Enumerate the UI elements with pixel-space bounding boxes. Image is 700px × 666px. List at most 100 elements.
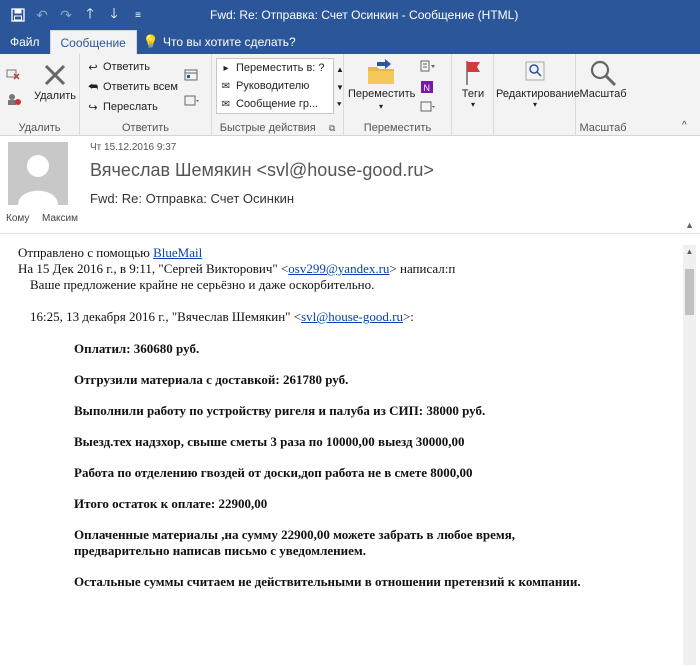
- delete-x-icon: [44, 64, 66, 86]
- ribbon-tabs: Файл Сообщение 💡 Что вы хотите сделать?: [0, 30, 700, 54]
- team-email-icon: ✉: [221, 98, 231, 110]
- paragraph-shipped: Отгрузили материала с доставкой: 261780 …: [74, 372, 349, 387]
- zoom-group-label: Масштаб: [579, 122, 627, 134]
- bluemail-link[interactable]: BlueMail: [153, 245, 202, 260]
- find-icon: [525, 61, 545, 81]
- rules-icon[interactable]: [420, 58, 436, 76]
- lightbulb-icon: 💡: [142, 34, 160, 49]
- paragraph-materials-2: предварительно написав письмо с уведомле…: [74, 543, 366, 558]
- quick-step-team-email[interactable]: ✉ Сообщение гр...: [217, 95, 333, 113]
- folder-arrow-icon: ▸: [223, 62, 229, 74]
- paragraph-supervision: Выезд.тех надзхор, свыше сметы 3 раза по…: [74, 434, 465, 449]
- customize-toolbar-icon[interactable]: ≡: [126, 0, 150, 30]
- paragraph-total: Итого остаток к оплате: 22900,00: [74, 496, 268, 511]
- paragraph-work: Выполнили работу по устройству ригеля и …: [74, 403, 486, 418]
- header-scroll-up-icon[interactable]: ▲: [685, 220, 694, 230]
- previous-item-icon[interactable]: 🡑: [78, 0, 102, 30]
- tab-file[interactable]: Файл: [0, 30, 50, 54]
- reply-group-label: Ответить: [121, 122, 170, 134]
- move-button-label: Переместить: [348, 88, 416, 100]
- move-group-label: Переместить: [363, 122, 432, 134]
- paragraph-paid: Оплатил: 360680 руб.: [74, 341, 200, 356]
- zoom-button[interactable]: Масштаб: [576, 58, 630, 100]
- message-date: Чт 15.12.2016 9:37: [90, 142, 177, 153]
- quick-steps-gallery: ▸ Переместить в: ? ✉ Руководителю ✉ Сооб…: [216, 58, 334, 114]
- title-bar: ↶ ↷ 🡑 🡓 ≡ Fwd: Re: Отправка: Счет Осинки…: [0, 0, 700, 30]
- save-icon[interactable]: [6, 0, 30, 30]
- message-content: Отправлено с помощью BlueMail На 15 Дек …: [18, 245, 668, 590]
- paragraph-materials: Оплаченные материалы ,на сумму 22900,00 …: [74, 527, 516, 542]
- sent-with-line: Отправлено с помощью BlueMail: [18, 245, 203, 260]
- redo-icon[interactable]: ↷: [54, 0, 78, 30]
- delete-group-label: Удалить: [18, 122, 61, 134]
- quick-step-manager[interactable]: ✉ Руководителю: [217, 77, 333, 95]
- quote-header-2: 16:25, 13 декабря 2016 г., "Вячеслав Шем…: [30, 309, 414, 324]
- more-respond-icon[interactable]: [184, 92, 200, 110]
- delete-group: Удалить Удалить: [0, 54, 80, 136]
- reply-all-icon: ⮪: [87, 80, 99, 93]
- to-label: Кому: [6, 213, 30, 224]
- scroll-up-icon[interactable]: ▲: [683, 245, 696, 258]
- message-body: Отправлено с помощью BlueMail На 15 Дек …: [0, 235, 700, 666]
- contact-placeholder-icon: [8, 142, 68, 205]
- gallery-more-icon[interactable]: ⯆: [336, 96, 342, 114]
- reply-all-button[interactable]: ⮪ Ответить всем: [86, 78, 178, 96]
- email-link-svl[interactable]: svl@house-good.ru: [301, 309, 403, 324]
- actions-icon[interactable]: [420, 98, 436, 116]
- undo-icon[interactable]: ↶: [30, 0, 54, 30]
- gallery-scroll-up-icon[interactable]: ▲: [336, 60, 344, 78]
- delete-button[interactable]: Удалить: [34, 60, 76, 102]
- ignore-icon[interactable]: [6, 64, 20, 82]
- editing-button-label: Редактирование: [496, 88, 580, 100]
- quoted-block: Оплатил: 360680 руб. Отгрузили материала…: [74, 341, 668, 590]
- onenote-icon[interactable]: N: [420, 78, 434, 96]
- tags-group: Теги ▾: [452, 54, 494, 136]
- scroll-thumb[interactable]: [685, 269, 694, 315]
- meeting-icon[interactable]: [184, 66, 198, 84]
- paragraph-nails: Работа по отделению гвоздей от доски,доп…: [74, 465, 473, 480]
- next-item-icon[interactable]: 🡓: [102, 0, 126, 30]
- quick-steps-group: ▸ Переместить в: ? ✉ Руководителю ✉ Сооб…: [212, 54, 344, 136]
- gallery-scroll-down-icon[interactable]: ▼: [336, 78, 344, 96]
- svg-text:N: N: [424, 83, 431, 93]
- junk-icon[interactable]: [6, 90, 22, 108]
- tell-me-text: Что вы хотите сделать?: [163, 35, 296, 49]
- quick-step-move-to[interactable]: ▸ Переместить в: ?: [217, 59, 333, 77]
- editing-button[interactable]: Редактирование ▾: [496, 58, 580, 109]
- tell-me-box[interactable]: 💡 Что вы хотите сделать?: [137, 30, 296, 54]
- forward-button[interactable]: ↪ Переслать: [86, 98, 157, 116]
- move-button[interactable]: Переместить ▾: [348, 58, 416, 112]
- reply-text: Ваше предложение крайне не серьёзно и да…: [30, 277, 375, 292]
- collapse-ribbon-icon[interactable]: ^: [682, 116, 687, 134]
- reply-icon: ↩: [88, 61, 98, 74]
- reply-button[interactable]: ↩ Ответить: [86, 58, 150, 76]
- window-title: Fwd: Re: Отправка: Счет Осинкин - Сообще…: [210, 8, 519, 22]
- flag-icon: [466, 61, 480, 85]
- body-scrollbar[interactable]: ▲: [683, 245, 696, 665]
- zoom-group: Масштаб Масштаб: [576, 54, 630, 136]
- zoom-button-label: Масштаб: [579, 88, 627, 100]
- message-subject: Fwd: Re: Отправка: Счет Осинкин: [90, 191, 295, 206]
- recipient-name[interactable]: Максим: [42, 213, 78, 224]
- move-group: Переместить ▾ N Переместить: [344, 54, 452, 136]
- move-folder-icon: [368, 59, 394, 84]
- dialog-launcher-icon[interactable]: ⧉: [329, 123, 335, 133]
- reply-group: ↩ Ответить ⮪ Ответить всем ↪ Переслать О…: [80, 54, 212, 136]
- tab-message[interactable]: Сообщение: [49, 30, 137, 54]
- tags-button-label: Теги: [461, 88, 485, 100]
- email-link-osv299[interactable]: osv299@yandex.ru: [288, 261, 389, 276]
- paragraph-rest: Остальные суммы считаем не действительны…: [74, 574, 581, 589]
- editing-group: Редактирование ▾: [494, 54, 580, 136]
- sender-name[interactable]: Вячеслав Шемякин <svl@house-good.ru>: [90, 160, 434, 181]
- tags-button[interactable]: Теги ▾: [454, 58, 492, 109]
- quote-header-1: На 15 Дек 2016 г., в 9:11, "Сергей Викто…: [18, 261, 456, 276]
- quick-access-toolbar: ↶ ↷ 🡑 🡓 ≡: [0, 0, 150, 30]
- ribbon: Удалить Удалить ↩ Ответить ⮪ Ответить вс…: [0, 54, 700, 136]
- quick-steps-group-label: Быстрые действия ⧉: [219, 122, 336, 134]
- magnifier-icon: [590, 60, 617, 87]
- forward-to-manager-icon: ✉: [221, 80, 231, 92]
- message-header: Чт 15.12.2016 9:37 Вячеслав Шемякин <svl…: [0, 136, 700, 234]
- avatar[interactable]: [8, 142, 68, 205]
- delete-button-label: Удалить: [34, 90, 76, 102]
- forward-icon: ↪: [88, 101, 98, 114]
